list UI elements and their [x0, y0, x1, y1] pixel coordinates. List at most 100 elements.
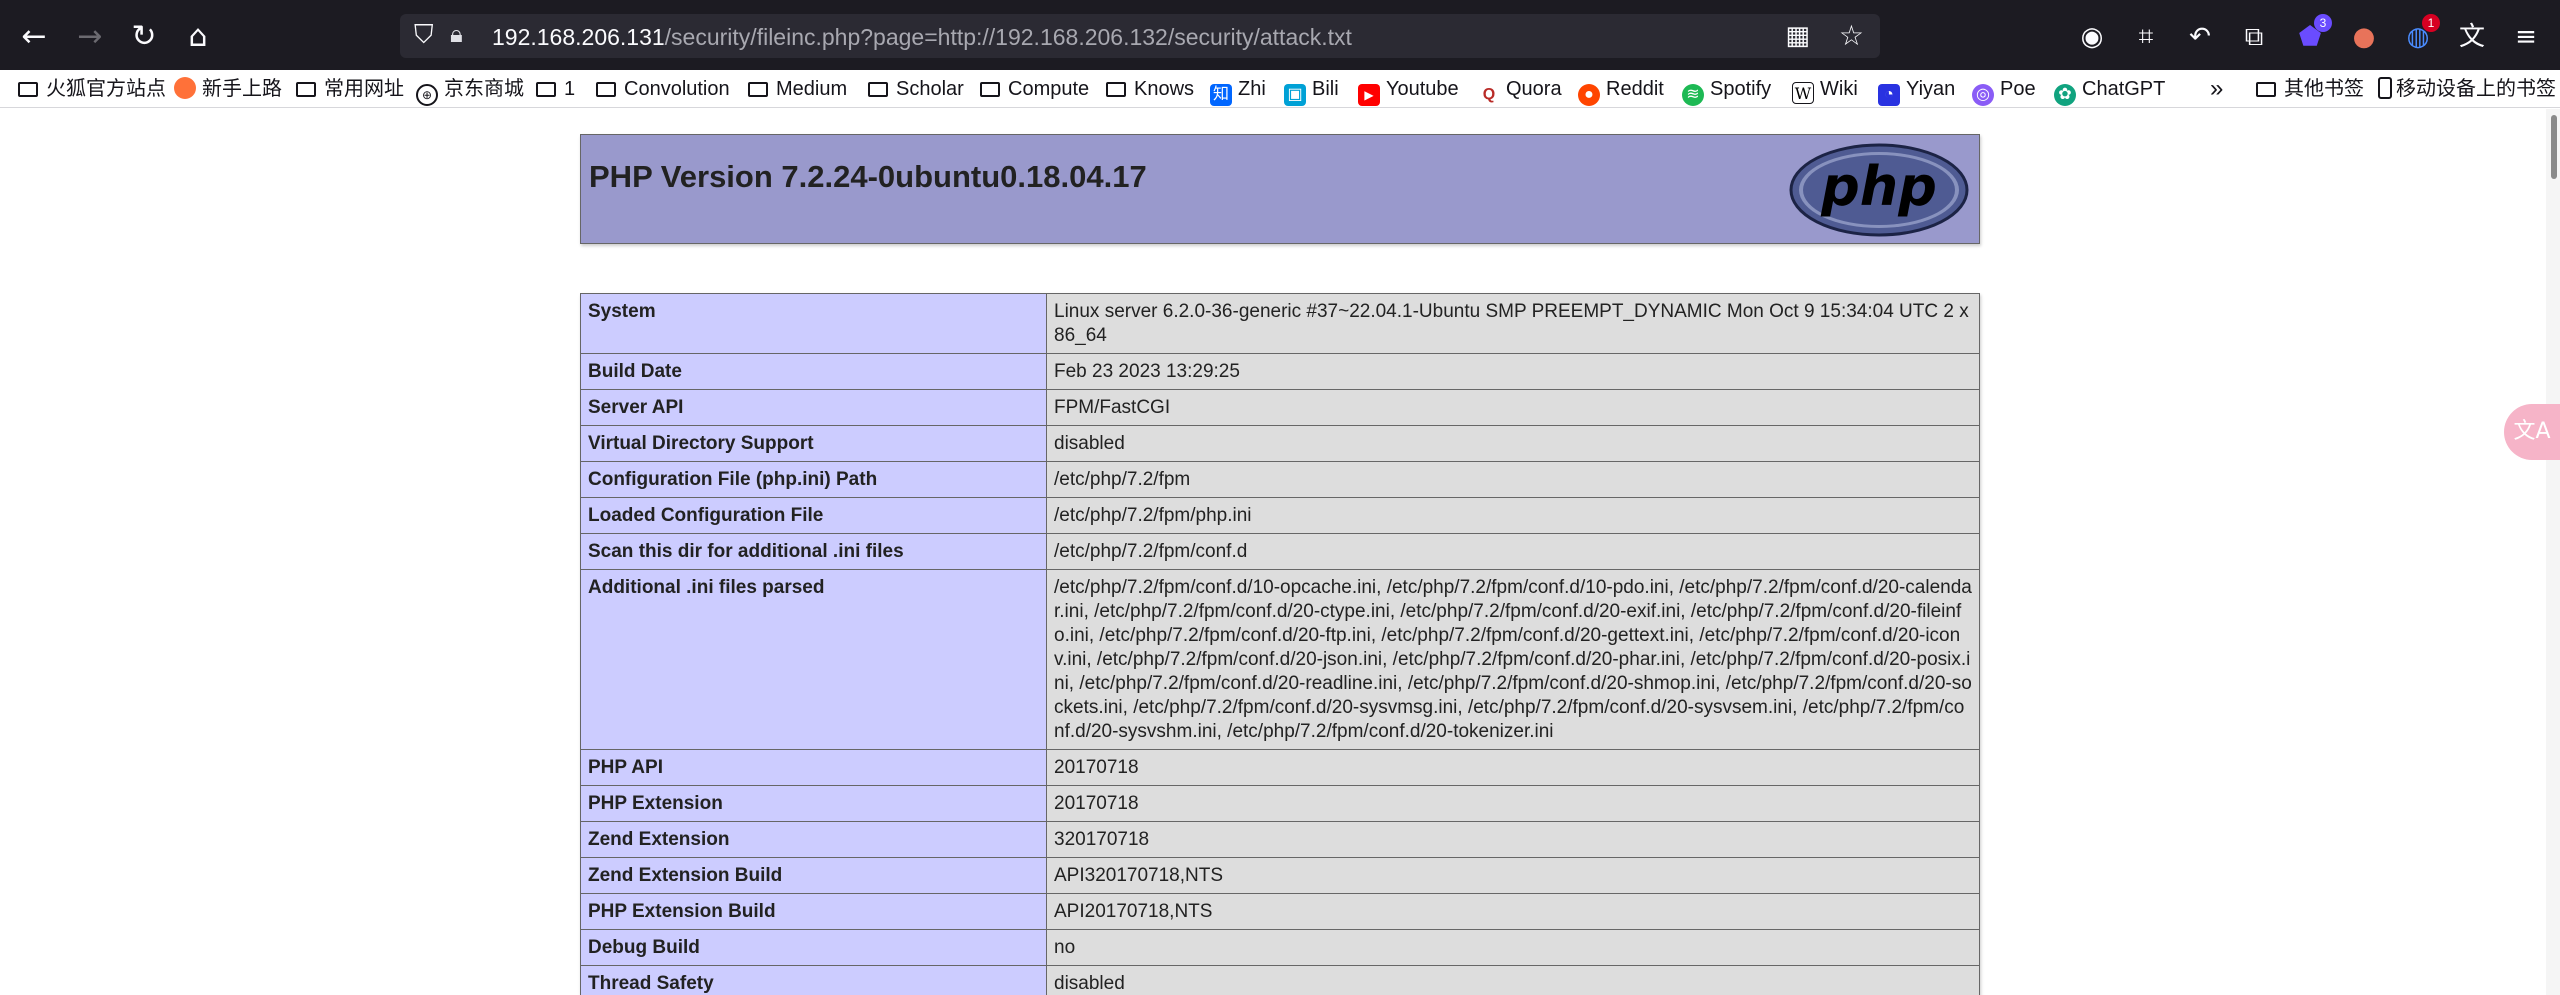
poe-icon: ◎ [1972, 84, 1994, 106]
setting-value: 20170718 [1046, 785, 1980, 822]
folder-icon [748, 82, 768, 97]
wikipedia-icon: W [1792, 82, 1814, 104]
bookmark-label: ChatGPT [2082, 78, 2166, 100]
page-scrollbar[interactable] [2546, 109, 2560, 995]
site-info-lock-icon[interactable]: 🔒︎ [450, 20, 463, 48]
phpinfo-table-body: System Linux server 6.2.0-36-generic #37~… [580, 293, 1980, 995]
table-row: System Linux server 6.2.0-36-generic #37~… [580, 293, 1980, 354]
bookmark-label: 其他书签 [2284, 78, 2364, 100]
setting-value: API320170718,NTS [1046, 857, 1980, 894]
home-icon[interactable]: ⌂ [180, 19, 216, 55]
table-row: Configuration File (php.ini) Path/etc/ph… [580, 461, 1980, 498]
url-bar[interactable]: ⛉ 🔒︎ 192.168.206.131/security/fileinc.ph… [400, 14, 1880, 58]
extension-globe-icon[interactable]: ◍ 1 [2400, 14, 2440, 54]
bookmarks-overflow-chevron-icon[interactable]: » [2210, 74, 2223, 104]
table-row: PHP Extension Build API20170718,NTS [580, 893, 1980, 930]
bookmark-item[interactable]: 常用网址 [296, 74, 404, 104]
setting-value: FPM/FastCGI [1046, 389, 1980, 426]
bookmark-label: Spotify [1710, 78, 1772, 100]
bookmark-item[interactable]: Compute [980, 74, 1089, 104]
setting-value: /etc/php/7.2/fpm [1046, 461, 1980, 498]
setting-name: Additional .ini files parsed [580, 569, 1047, 750]
bookmark-item[interactable]: 新手上路 [174, 74, 282, 104]
bookmark-item[interactable]: ▶ Youtube [1358, 74, 1459, 106]
navigation-row: ← → ↻ ⌂ ⛉ 🔒︎ 192.168.206.131/security/fi… [0, 12, 2560, 62]
bookmark-item[interactable]: 知 Zhi [1210, 74, 1266, 106]
folder-icon [2256, 82, 2276, 97]
mobile-device-icon [2378, 77, 2392, 99]
bookmark-item[interactable]: Q Quora [1478, 74, 1562, 106]
page-content: PHP Version 7.2.24-0ubuntu0.18.04.17 php… [0, 109, 2546, 995]
bookmark-item[interactable]: ◎ Poe [1972, 74, 2036, 106]
bookmark-item[interactable]: Convolution [596, 74, 730, 104]
bookmark-item[interactable]: ✿ ChatGPT [2054, 74, 2166, 106]
yiyan-icon: ◔ [1878, 84, 1900, 106]
menu-hamburger-icon[interactable]: ≡ [2508, 20, 2544, 54]
table-row: Zend Extension Build API320170718,NTS [580, 857, 1980, 894]
table-row: Server API FPM/FastCGI [580, 389, 1980, 426]
bookmark-label: Youtube [1386, 78, 1459, 100]
bookmark-label: Bili [1312, 78, 1339, 100]
extension-badge: 3 [2314, 14, 2332, 32]
bookmark-label: Wiki [1820, 78, 1858, 100]
tracking-protection-shield-icon[interactable]: ⛉ [414, 20, 434, 51]
extensions-puzzle-icon[interactable]: ⧉ [2236, 20, 2272, 54]
bookmark-item[interactable]: Knows [1106, 74, 1194, 104]
setting-value: /etc/php/7.2/fpm/conf.d [1046, 533, 1980, 570]
floating-translate-button-icon[interactable]: 文A [2504, 404, 2560, 460]
bookmark-item[interactable]: ▣ Bili [1284, 74, 1339, 106]
bookmark-label: 新手上路 [202, 78, 282, 100]
bookmark-item[interactable]: 火狐官方站点 [18, 74, 166, 104]
bookmark-item[interactable]: Medium [748, 74, 847, 104]
bookmark-item[interactable]: ◔ Yiyan [1878, 74, 1955, 106]
setting-name: System [580, 293, 1047, 354]
bookmark-item[interactable]: 1 [536, 74, 575, 104]
reddit-icon: ● [1578, 84, 1600, 106]
setting-name: Debug Build [580, 929, 1047, 966]
bookmarks-bar: 火狐官方站点 新手上路 常用网址 ⊕ 京东商城 1 Convolution Med… [0, 70, 2560, 108]
folder-icon [18, 82, 38, 97]
bookmark-item[interactable]: ● Reddit [1578, 74, 1664, 106]
url-text[interactable]: 192.168.206.131/security/fileinc.php?pag… [492, 24, 1352, 51]
setting-value: disabled [1046, 425, 1980, 462]
bookmark-item[interactable]: W Wiki [1792, 74, 1858, 104]
bilibili-icon: ▣ [1284, 84, 1306, 106]
setting-value: Feb 23 2023 13:29:25 [1046, 353, 1980, 390]
folder-icon [1106, 82, 1126, 97]
account-icon[interactable]: ◉ [2074, 20, 2110, 54]
php-logo[interactable]: php [1789, 143, 1969, 237]
scrollbar-thumb[interactable] [2551, 115, 2557, 179]
table-row: Build Date Feb 23 2023 13:29:25 [580, 353, 1980, 390]
bookmark-label: Scholar [896, 78, 964, 100]
back-arrow-icon[interactable]: ← [16, 19, 52, 55]
mobile-bookmarks-folder[interactable]: 移动设备上的书签 [2378, 74, 2556, 104]
reload-icon[interactable]: ↻ [126, 19, 162, 55]
forward-arrow-icon[interactable]: → [72, 19, 108, 55]
bookmark-item[interactable]: Scholar [868, 74, 964, 104]
extension-badge-red: 1 [2422, 14, 2440, 32]
bookmark-label: Knows [1134, 78, 1195, 100]
undo-arrow-icon[interactable]: ↶ [2182, 20, 2218, 54]
table-row: Debug Build no [580, 929, 1980, 966]
setting-name: PHP API [580, 749, 1047, 786]
spotify-icon: ≋ [1682, 84, 1704, 106]
extension-shield-icon[interactable]: ⬟ 3 [2292, 14, 2332, 54]
translate-icon[interactable]: 文 [2454, 20, 2490, 54]
other-bookmarks-folder[interactable]: 其他书签 [2256, 74, 2364, 104]
page-title: PHP Version 7.2.24-0ubuntu0.18.04.17 [589, 159, 1147, 194]
setting-value: Linux server 6.2.0-36-generic #37~22.04.… [1046, 293, 1980, 354]
folder-icon [536, 82, 556, 97]
setting-value: /etc/php/7.2/fpm/conf.d/10-opcache.ini, … [1046, 569, 1980, 750]
setting-value: 20170718 [1046, 749, 1980, 786]
bookmark-item[interactable]: ⊕ 京东商城 [416, 74, 524, 106]
bookmark-label: 京东商城 [444, 78, 524, 100]
qr-code-icon[interactable]: ▦ [1785, 21, 1810, 51]
bookmark-label: Quora [1506, 78, 1562, 100]
screenshot-crop-icon[interactable]: ⌗ [2128, 20, 2164, 54]
bookmark-star-icon[interactable]: ☆ [1839, 19, 1864, 52]
extension-avatar-icon[interactable]: ● [2346, 20, 2382, 54]
bookmark-item[interactable]: ≋ Spotify [1682, 74, 1772, 106]
table-row: Virtual Directory Support disabled [580, 425, 1980, 462]
setting-name: Build Date [580, 353, 1047, 390]
bookmark-label: Medium [776, 78, 848, 100]
